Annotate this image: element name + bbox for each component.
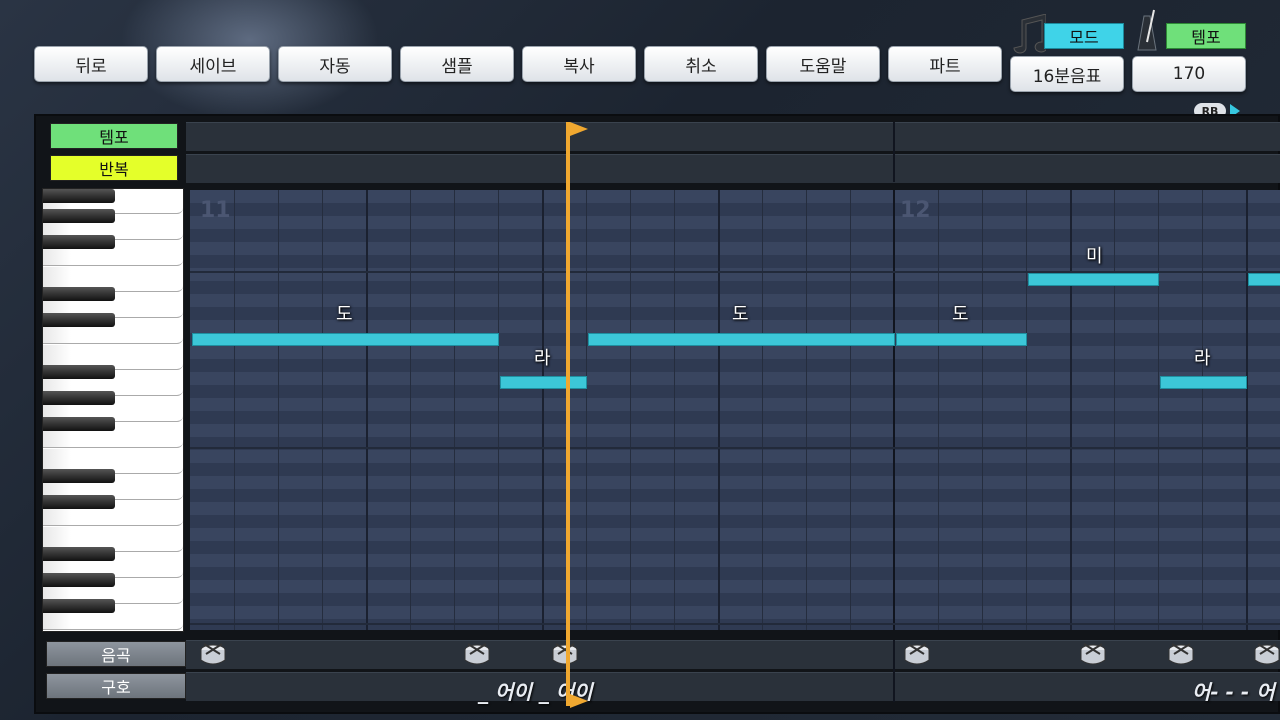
repeat-track[interactable] (186, 154, 1280, 183)
black-key[interactable] (43, 287, 115, 301)
beat-line (1246, 190, 1248, 630)
auto-button[interactable]: 자동 (278, 46, 392, 82)
bar-line (893, 190, 895, 630)
beat-line (1070, 190, 1072, 630)
bar-divider (893, 640, 895, 702)
note-label: 미 (1086, 246, 1103, 267)
note-block[interactable] (1160, 376, 1247, 389)
note-label: 도 (336, 304, 353, 325)
beat-line (366, 190, 368, 630)
grid-line (1114, 190, 1115, 630)
grid-line (1202, 190, 1203, 630)
drum-icon[interactable] (904, 642, 930, 668)
tempo-label: 템포 (1166, 23, 1246, 49)
grid-line (454, 190, 455, 630)
metronome-icon (1137, 9, 1157, 51)
grid-line (674, 190, 675, 630)
drum-icon[interactable] (1168, 642, 1194, 668)
grid-line (278, 190, 279, 630)
grid-line (762, 190, 763, 630)
grid-line (850, 190, 851, 630)
black-key[interactable] (43, 495, 115, 509)
grid-line (234, 190, 235, 630)
song-track-label[interactable]: 음곡 (46, 641, 186, 667)
drum-icon[interactable] (1254, 642, 1280, 668)
copy-button[interactable]: 복사 (522, 46, 636, 82)
octave-line (190, 447, 1280, 449)
grid-line (410, 190, 411, 630)
note-block[interactable] (1248, 273, 1280, 286)
sample-button[interactable]: 샘플 (400, 46, 514, 82)
note-label: 라 (1194, 348, 1211, 369)
note-block[interactable] (500, 376, 587, 389)
octave-line (190, 623, 1280, 625)
part-button[interactable]: 파트 (888, 46, 1002, 82)
drum-icon[interactable] (1080, 642, 1106, 668)
note-icon (1013, 14, 1046, 54)
note-block[interactable] (192, 333, 499, 346)
grid-line (322, 190, 323, 630)
symbol-track-label[interactable]: 구호 (46, 673, 186, 699)
save-button[interactable]: 세이브 (156, 46, 270, 82)
black-key[interactable] (43, 189, 115, 203)
grid-line (586, 190, 587, 630)
black-key[interactable] (43, 417, 115, 431)
note-grid[interactable]: 11 12 도 라 도 도 미 라 (190, 190, 1280, 630)
piano-keyboard[interactable] (42, 188, 184, 632)
note-block[interactable] (588, 333, 895, 346)
song-track[interactable] (186, 640, 1280, 669)
lyric-text[interactable]: 어- - - 어 (1192, 676, 1275, 705)
note-label: 도 (732, 304, 749, 325)
bar-divider (893, 122, 895, 182)
beat-line (542, 190, 544, 630)
black-key[interactable] (43, 573, 115, 587)
note-label: 도 (952, 304, 969, 325)
symbol-track[interactable] (186, 672, 1280, 701)
grid-line (1026, 190, 1027, 630)
black-key[interactable] (43, 209, 115, 223)
mode-label: 모드 (1044, 23, 1124, 49)
measure-number: 11 (200, 198, 231, 223)
black-key[interactable] (43, 547, 115, 561)
grid-line (1158, 190, 1159, 630)
mode-selector[interactable]: 16분음표 (1010, 56, 1124, 92)
grid-line (982, 190, 983, 630)
tempo-value-field[interactable]: 170 (1132, 56, 1246, 92)
back-button[interactable]: 뒤로 (34, 46, 148, 82)
help-button[interactable]: 도움말 (766, 46, 880, 82)
note-block[interactable] (896, 333, 1027, 346)
tempo-track[interactable] (186, 122, 1280, 151)
black-key[interactable] (43, 235, 115, 249)
repeat-track-label[interactable]: 반복 (50, 155, 178, 181)
grid-line (498, 190, 499, 630)
drum-icon[interactable] (552, 642, 578, 668)
playhead[interactable] (566, 122, 570, 706)
grid-line (806, 190, 807, 630)
black-key[interactable] (43, 391, 115, 405)
black-key[interactable] (43, 313, 115, 327)
black-key[interactable] (43, 365, 115, 379)
black-key[interactable] (43, 469, 115, 483)
measure-number: 12 (900, 198, 931, 223)
drum-icon[interactable] (200, 642, 226, 668)
grid-line (630, 190, 631, 630)
grid-line (938, 190, 939, 630)
tempo-track-label[interactable]: 템포 (50, 123, 178, 149)
black-key[interactable] (43, 599, 115, 613)
note-label: 라 (534, 348, 551, 369)
playhead-flag-top[interactable] (570, 122, 588, 136)
drum-icon[interactable] (464, 642, 490, 668)
beat-line (718, 190, 720, 630)
cancel-button[interactable]: 취소 (644, 46, 758, 82)
playhead-flag-bottom[interactable] (570, 694, 588, 708)
note-block[interactable] (1028, 273, 1159, 286)
